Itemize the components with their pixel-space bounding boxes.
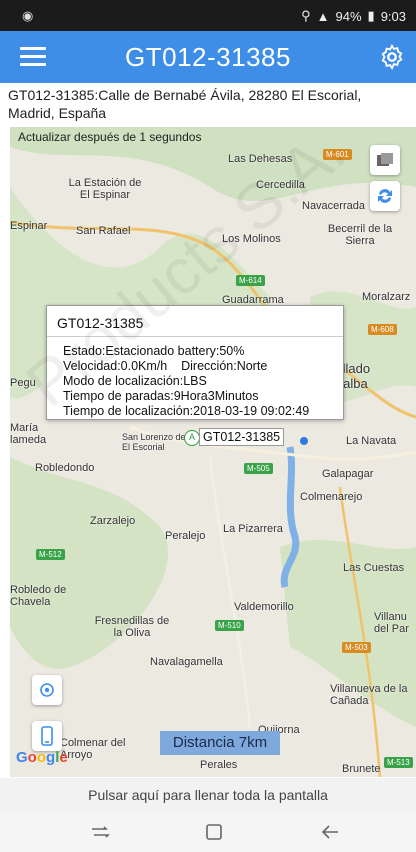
map-place: Peralejo [165, 530, 206, 542]
map-place: Villanu del Par [374, 611, 409, 635]
device-address: GT012-31385:Calle de Bernabé Ávila, 2828… [8, 87, 362, 121]
road-badge: M-608 [368, 324, 397, 335]
layers-icon [377, 153, 393, 166]
divider [47, 336, 343, 337]
road-badge: M-614 [236, 275, 265, 286]
status-icons: ⚲ ▲ 94% ▮ 9:03 [301, 8, 406, 24]
road-badge: M-510 [215, 620, 244, 631]
info-location-time: Tiempo de localización:2018-03-19 09:02:… [63, 404, 310, 418]
map-place: Navacerrada [302, 200, 365, 212]
map-place: La Pizarrera [223, 523, 283, 535]
map-place: San Rafael [76, 225, 131, 237]
info-window: GT012-31385 Estado:Estacionado battery:5… [46, 305, 344, 420]
map-place: Galapagar [322, 468, 374, 480]
info-status: Estado:Estacionado battery:50% [63, 344, 245, 358]
map-place: Robledondo [35, 462, 95, 474]
origin-marker[interactable]: A [184, 430, 200, 446]
locate-button[interactable] [32, 675, 62, 705]
map-place: La Estación de El Espinar [68, 177, 142, 201]
back-arrow-icon[interactable] [318, 822, 342, 842]
map-place: Zarzalejo [90, 515, 136, 527]
map-place: Colmenarejo [300, 491, 363, 503]
clock: 9:03 [380, 8, 406, 24]
signal-icon: ▲ [316, 8, 330, 24]
info-stop-time: Tiempo de paradas:9Hora3Minutos [63, 389, 259, 403]
device-location-dot[interactable] [300, 437, 308, 445]
map-place: Perales [200, 759, 238, 771]
phone-button[interactable] [32, 721, 62, 751]
map-place: Cercedilla [256, 179, 305, 191]
info-speed-direction: Velocidad:0.0Km/h Dirección:Norte [63, 359, 268, 373]
google-logo: Google [16, 749, 68, 766]
page-title: GT012-31385 [125, 42, 291, 72]
battery-icon: ▮ [367, 8, 375, 23]
recent-apps-icon[interactable] [88, 822, 112, 842]
fullscreen-button[interactable]: Pulsar aquí para llenar toda la pantalla [0, 778, 416, 812]
map-place: Becerril de la Sierra [327, 223, 393, 247]
info-location-mode: Modo de localización:LBS [63, 374, 207, 388]
map-place: Colmenar del Arroyo [60, 737, 126, 761]
distance-label: Distancia 7km [160, 731, 280, 755]
phone-icon [41, 726, 53, 746]
map-place: Villanueva de la Cañada [330, 683, 408, 707]
map-place: Fresnedillas de la Oliva [94, 615, 170, 639]
location-icon: ⚲ [301, 8, 311, 23]
map-place: Pegu [10, 377, 36, 389]
refresh-icon [378, 189, 392, 203]
map-place: Las Cuestas [343, 562, 405, 574]
map-place: Moralzarz [362, 291, 411, 303]
info-window-title: GT012-31385 [57, 315, 144, 331]
app-bar: GT012-31385 [0, 31, 416, 83]
map-place: San Lorenzo de El Escorial [122, 432, 186, 452]
map-place: Las Dehesas [228, 153, 293, 165]
map-place: Los Molinos [222, 233, 281, 245]
home-icon[interactable] [202, 822, 226, 842]
update-countdown: Actualizar después de 1 segundos [18, 130, 202, 144]
map-place: Valdemorillo [234, 601, 294, 613]
map-place: Brunete [342, 763, 381, 775]
battery-percent: 94% [335, 8, 362, 24]
locate-target-icon [40, 683, 54, 697]
device-marker-label[interactable]: GT012-31385 [199, 428, 285, 446]
app-notification-icon: ◉ [22, 8, 34, 23]
map-place: Navalagamella [150, 656, 223, 668]
road-badge: M-601 [323, 149, 352, 160]
layers-button[interactable] [370, 145, 400, 175]
map-view[interactable]: Actualizar después de 1 segundos Las Deh… [10, 127, 416, 777]
map-place: Espinar [10, 220, 48, 232]
road-badge: M-505 [244, 463, 273, 474]
gear-icon[interactable] [378, 43, 406, 71]
refresh-button[interactable] [370, 181, 400, 211]
map-place: Robledo de Chavela [10, 584, 67, 608]
road-badge: M-512 [36, 549, 65, 560]
map-place: La Navata [346, 435, 397, 447]
map-place: María lameda [10, 422, 47, 446]
status-bar: ◉ ⚲ ▲ 94% ▮ 9:03 [0, 0, 416, 31]
road-badge: M-513 [384, 757, 413, 768]
system-nav-bar [0, 812, 416, 852]
road-badge: M-503 [342, 642, 371, 653]
